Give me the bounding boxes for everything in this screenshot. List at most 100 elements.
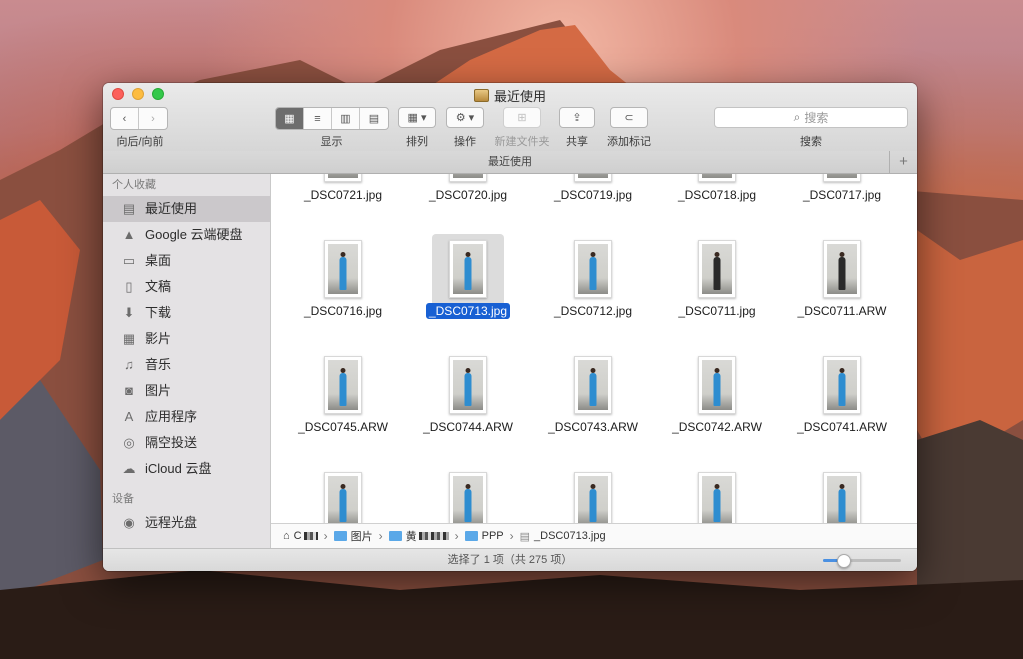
search-input[interactable]: ⌕ 搜索 bbox=[714, 107, 908, 128]
back-button[interactable]: ‹ bbox=[111, 108, 139, 129]
home-icon: ⌂ bbox=[283, 530, 290, 542]
file-item[interactable]: _DSC0716.jpg bbox=[281, 238, 405, 354]
file-item[interactable]: _DSC0711.ARW bbox=[780, 238, 904, 354]
photo-image bbox=[702, 244, 732, 294]
file-name: _DSC0721.jpg bbox=[281, 188, 405, 202]
photo-thumbnail bbox=[823, 174, 861, 182]
file-item[interactable]: _DSC0712.jpg bbox=[531, 238, 655, 354]
tab-title[interactable]: 最近使用 bbox=[488, 156, 532, 168]
photo-thumbnail bbox=[823, 472, 861, 523]
forward-button[interactable]: › bbox=[139, 108, 167, 129]
person-figure bbox=[713, 257, 721, 290]
sidebar-item[interactable]: A 应用程序 bbox=[103, 404, 270, 430]
slider-knob[interactable] bbox=[836, 554, 851, 568]
file-item[interactable] bbox=[655, 470, 779, 523]
file-item[interactable]: _DSC0742.ARW bbox=[655, 354, 779, 470]
sidebar-item[interactable]: ◙ 图片 bbox=[103, 378, 270, 404]
sidebar-item[interactable]: ▤ 最近使用 bbox=[103, 196, 270, 222]
share-button[interactable]: ⇪ bbox=[559, 107, 595, 128]
view-label: 显示 bbox=[320, 136, 343, 148]
photo-thumbnail bbox=[698, 472, 736, 523]
icon-view-button[interactable]: ▦ bbox=[276, 108, 304, 129]
file-name: _DSC0713.jpg bbox=[406, 303, 530, 319]
photo-thumbnail bbox=[574, 240, 612, 298]
sidebar-device-item[interactable]: ◉ 远程光盘 bbox=[103, 510, 270, 536]
sidebar-item-label: 最近使用 bbox=[145, 201, 198, 216]
photo-thumbnail bbox=[823, 356, 861, 414]
icon-size-slider[interactable] bbox=[823, 554, 901, 568]
file-item[interactable]: _DSC0745.ARW bbox=[281, 354, 405, 470]
file-name: _DSC0716.jpg bbox=[281, 304, 405, 318]
file-item[interactable]: _DSC0711.jpg bbox=[655, 238, 779, 354]
sidebar-item[interactable]: ▭ 桌面 bbox=[103, 248, 270, 274]
file-item[interactable] bbox=[406, 470, 530, 523]
documents-icon: ▯ bbox=[125, 279, 133, 294]
file-item[interactable]: _DSC0744.ARW bbox=[406, 354, 530, 470]
redacted-mosaic bbox=[303, 532, 318, 540]
nav-label: 向后/向前 bbox=[116, 136, 164, 148]
coverflow-icon: ▤ bbox=[368, 113, 380, 125]
sidebar-item[interactable]: ☁ iCloud 云盘 bbox=[103, 456, 270, 482]
file-item[interactable]: _DSC0743.ARW bbox=[531, 354, 655, 470]
sidebar-item[interactable]: ▲ Google 云端硬盘 bbox=[103, 222, 270, 248]
person-figure bbox=[464, 257, 472, 290]
downloads-icon: ⬇ bbox=[123, 305, 135, 320]
file-item[interactable]: _DSC0719.jpg bbox=[531, 174, 655, 238]
photo-thumbnail bbox=[698, 174, 736, 182]
recents-icon: ▤ bbox=[122, 201, 136, 216]
list-view-button[interactable]: ≡ bbox=[304, 108, 332, 129]
file-item[interactable] bbox=[780, 470, 904, 523]
file-item[interactable]: _DSC0721.jpg bbox=[281, 174, 405, 238]
sidebar-item[interactable]: ▯ 文稿 bbox=[103, 274, 270, 300]
sidebar-item[interactable]: ◎ 隔空投送 bbox=[103, 430, 270, 456]
path-user-folder[interactable]: 黄 bbox=[388, 528, 449, 544]
path-pictures[interactable]: 图片 bbox=[333, 528, 373, 544]
photo-thumbnail bbox=[324, 174, 362, 182]
sidebar-item[interactable]: ⬇ 下载 bbox=[103, 300, 270, 326]
folder-icon bbox=[464, 531, 478, 541]
file-item[interactable]: _DSC0720.jpg bbox=[406, 174, 530, 238]
file-item[interactable]: _DSC0741.ARW bbox=[780, 354, 904, 470]
photo-image bbox=[328, 244, 358, 294]
file-name: _DSC0720.jpg bbox=[406, 188, 530, 202]
file-item[interactable]: _DSC0713.jpg bbox=[406, 234, 530, 354]
file-item[interactable]: _DSC0718.jpg bbox=[655, 174, 779, 238]
favorites-header: 个人收藏 bbox=[112, 179, 156, 191]
file-name-text: _DSC0713.jpg bbox=[425, 303, 511, 319]
photo-image bbox=[453, 476, 483, 523]
folder-icon bbox=[333, 531, 347, 541]
arrange-button[interactable]: ▦ ▾ bbox=[398, 107, 436, 128]
photo-thumbnail bbox=[449, 174, 487, 182]
new-folder-button[interactable]: ⊞ bbox=[503, 107, 541, 128]
photo-thumbnail bbox=[324, 240, 362, 298]
file-name: _DSC0711.ARW bbox=[780, 304, 904, 318]
view-mode-buttons: ▦ ≡ ▥ ▤ bbox=[275, 107, 389, 130]
tag-button[interactable]: ⊂ bbox=[610, 107, 648, 128]
file-item[interactable] bbox=[281, 470, 405, 523]
sidebar-item[interactable]: ♫ 音乐 bbox=[103, 352, 270, 378]
photo-thumbnail bbox=[449, 472, 487, 523]
grid-icon: ▦ bbox=[284, 113, 295, 125]
path-file[interactable]: ▤ _DSC0713.jpg bbox=[520, 530, 606, 543]
photo-image bbox=[328, 476, 358, 523]
path-ppp[interactable]: PPP bbox=[464, 530, 504, 542]
file-item[interactable] bbox=[531, 470, 655, 523]
sidebar-item[interactable]: ▦ 影片 bbox=[103, 326, 270, 352]
action-button[interactable]: ⚙ ▾ bbox=[446, 107, 484, 128]
photo-image bbox=[702, 174, 732, 178]
path-home[interactable]: ⌂ C bbox=[283, 530, 318, 542]
photo-image bbox=[827, 244, 857, 294]
person-figure bbox=[838, 373, 846, 406]
file-item[interactable]: _DSC0717.jpg bbox=[780, 174, 904, 238]
photo-image bbox=[827, 360, 857, 410]
sidebar-item-label: 隔空投送 bbox=[145, 435, 198, 450]
gallery-view-button[interactable]: ▤ bbox=[360, 108, 388, 129]
sidebar-item-label: 远程光盘 bbox=[145, 515, 198, 530]
folder-icon bbox=[388, 531, 402, 541]
file-name-text: _DSC0744.ARW bbox=[423, 420, 513, 434]
file-name: _DSC0745.ARW bbox=[281, 420, 405, 434]
new-tab-button[interactable]: + bbox=[889, 151, 917, 173]
photo-thumbnail bbox=[324, 472, 362, 523]
sidebar: 个人收藏 ▤ 最近使用 ▲ Google 云端硬盘 ▭ 桌面 ▯ 文稿 ⬇ 下载 ▦ 影片 ♫ 音乐 ◙ 图片… bbox=[103, 174, 271, 549]
column-view-button[interactable]: ▥ bbox=[332, 108, 360, 129]
